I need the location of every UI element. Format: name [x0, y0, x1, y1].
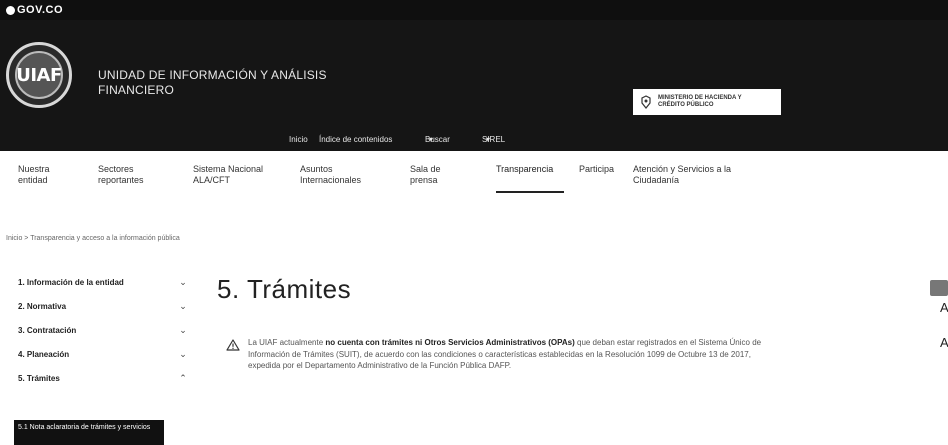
chevron-down-icon: ⌄	[179, 276, 187, 287]
sidebar-item-contratacion[interactable]: 3. Contratación ⌄	[18, 318, 190, 342]
nav-label: entidad	[18, 175, 48, 185]
sidebar-item-planeacion[interactable]: 4. Planeación ⌄	[18, 342, 190, 366]
gov-co-logo[interactable]: GOV.CO	[6, 4, 63, 16]
entity-name-line1: UNIDAD DE INFORMACIÓN Y ANÁLISIS	[98, 68, 327, 82]
seal-inner: UIAF	[15, 51, 63, 99]
nav-label: ALA/CFT	[193, 175, 231, 185]
sidebar-item-label: 2. Normativa	[18, 301, 67, 311]
nav-label: Sistema Nacional	[193, 164, 264, 174]
notice: La UIAF actualmente no cuenta con trámit…	[226, 337, 766, 372]
gov-co-mark-icon	[6, 5, 15, 15]
accessibility-icon[interactable]	[930, 280, 948, 296]
ministry-line1: MINISTERIO DE HACIENDA Y	[658, 95, 742, 101]
nav-label: Asuntos	[300, 164, 333, 174]
nav-nuestra-entidad[interactable]: Nuestra entidad	[18, 164, 50, 186]
nav-sala-de-prensa[interactable]: Sala de prensa	[410, 164, 441, 186]
sidebar-item-informacion[interactable]: 1. Información de la entidad ⌄	[18, 270, 190, 294]
entity-name-line2: FINANCIERO	[98, 83, 175, 97]
chevron-down-icon: ⌄	[179, 300, 187, 311]
nav-label: Internacionales	[300, 175, 362, 185]
top-nav: Inicio Índice de contenidos Buscar ▾ SIRE…	[0, 135, 948, 149]
nav-label: Atención y Servicios a la	[633, 164, 732, 174]
gov-co-bar: GOV.CO	[0, 0, 948, 20]
notice-pre: La UIAF actualmente	[248, 338, 326, 347]
chevron-down-icon: ▾	[429, 135, 434, 144]
notice-text: La UIAF actualmente no cuenta con trámit…	[248, 337, 766, 372]
nav-transparencia[interactable]: Transparencia	[496, 164, 553, 175]
nav-label: Transparencia	[496, 164, 554, 174]
nav-sistema-nacional[interactable]: Sistema Nacional ALA/CFT	[193, 164, 263, 186]
nav-label: prensa	[410, 175, 438, 185]
sidebar-subitem-nota-aclaratoria[interactable]: 5.1 Nota aclaratoria de trámites y servi…	[14, 420, 164, 445]
chevron-down-icon: ⌄	[179, 348, 187, 359]
site-header: UIAF UNIDAD DE INFORMACIÓN Y ANÁLISIS FI…	[0, 20, 948, 151]
nav-participa[interactable]: Participa	[579, 164, 614, 175]
seal-text: UIAF	[16, 64, 62, 86]
warning-icon	[226, 338, 240, 351]
sidebar-item-label: 5. Trámites	[18, 373, 60, 383]
nav-label: Sala de	[410, 164, 441, 174]
gov-co-logo-text: GOV.CO	[17, 4, 63, 16]
nav-label: Participa	[579, 164, 615, 174]
coat-of-arms-icon	[640, 95, 652, 109]
main-nav: Nuestra entidad Sectores reportantes Sis…	[0, 158, 948, 198]
sidebar-item-tramites[interactable]: 5. Trámites ⌃	[18, 366, 190, 390]
nav-sectores-reportantes[interactable]: Sectores reportantes	[98, 164, 144, 186]
sidebar-item-label: 1. Información de la entidad	[18, 277, 124, 287]
top-nav-indice[interactable]: Índice de contenidos	[319, 135, 392, 144]
sidebar-item-label: 4. Planeación	[18, 349, 70, 359]
sidebar-item-label: 3. Contratación	[18, 325, 77, 335]
sidebar-item-normativa[interactable]: 2. Normativa ⌄	[18, 294, 190, 318]
nav-label: Sectores	[98, 164, 134, 174]
nav-asuntos-internacionales[interactable]: Asuntos Internacionales	[300, 164, 361, 186]
ministry-logo[interactable]: MINISTERIO DE HACIENDA Y CRÉDITO PÚBLICO	[633, 89, 781, 115]
nav-label: reportantes	[98, 175, 144, 185]
top-nav-inicio[interactable]: Inicio	[289, 135, 308, 144]
nav-atencion-ciudadania[interactable]: Atención y Servicios a la Ciudadanía	[633, 164, 731, 186]
font-size-decrease[interactable]: A	[940, 335, 948, 350]
sidebar: 1. Información de la entidad ⌄ 2. Normat…	[18, 270, 190, 390]
ministry-line2: CRÉDITO PÚBLICO	[658, 102, 714, 108]
chevron-down-icon: ▾	[486, 135, 491, 144]
page-title: 5. Trámites	[217, 274, 352, 304]
nav-label: Nuestra	[18, 164, 50, 174]
ministry-text: MINISTERIO DE HACIENDA Y CRÉDITO PÚBLICO	[658, 95, 742, 109]
chevron-down-icon: ⌄	[179, 324, 187, 335]
notice-bold: no cuenta con trámites ni Otros Servicio…	[325, 338, 575, 347]
nav-active-underline	[496, 191, 564, 193]
font-size-increase[interactable]: A	[940, 300, 948, 315]
nav-label: Ciudadanía	[633, 175, 680, 185]
entity-name: UNIDAD DE INFORMACIÓN Y ANÁLISIS FINANCI…	[98, 68, 338, 98]
uiaf-seal-logo[interactable]: UIAF	[6, 42, 72, 108]
chevron-up-icon: ⌃	[179, 372, 187, 383]
breadcrumb[interactable]: Inicio > Transparencia y acceso a la inf…	[6, 235, 180, 242]
